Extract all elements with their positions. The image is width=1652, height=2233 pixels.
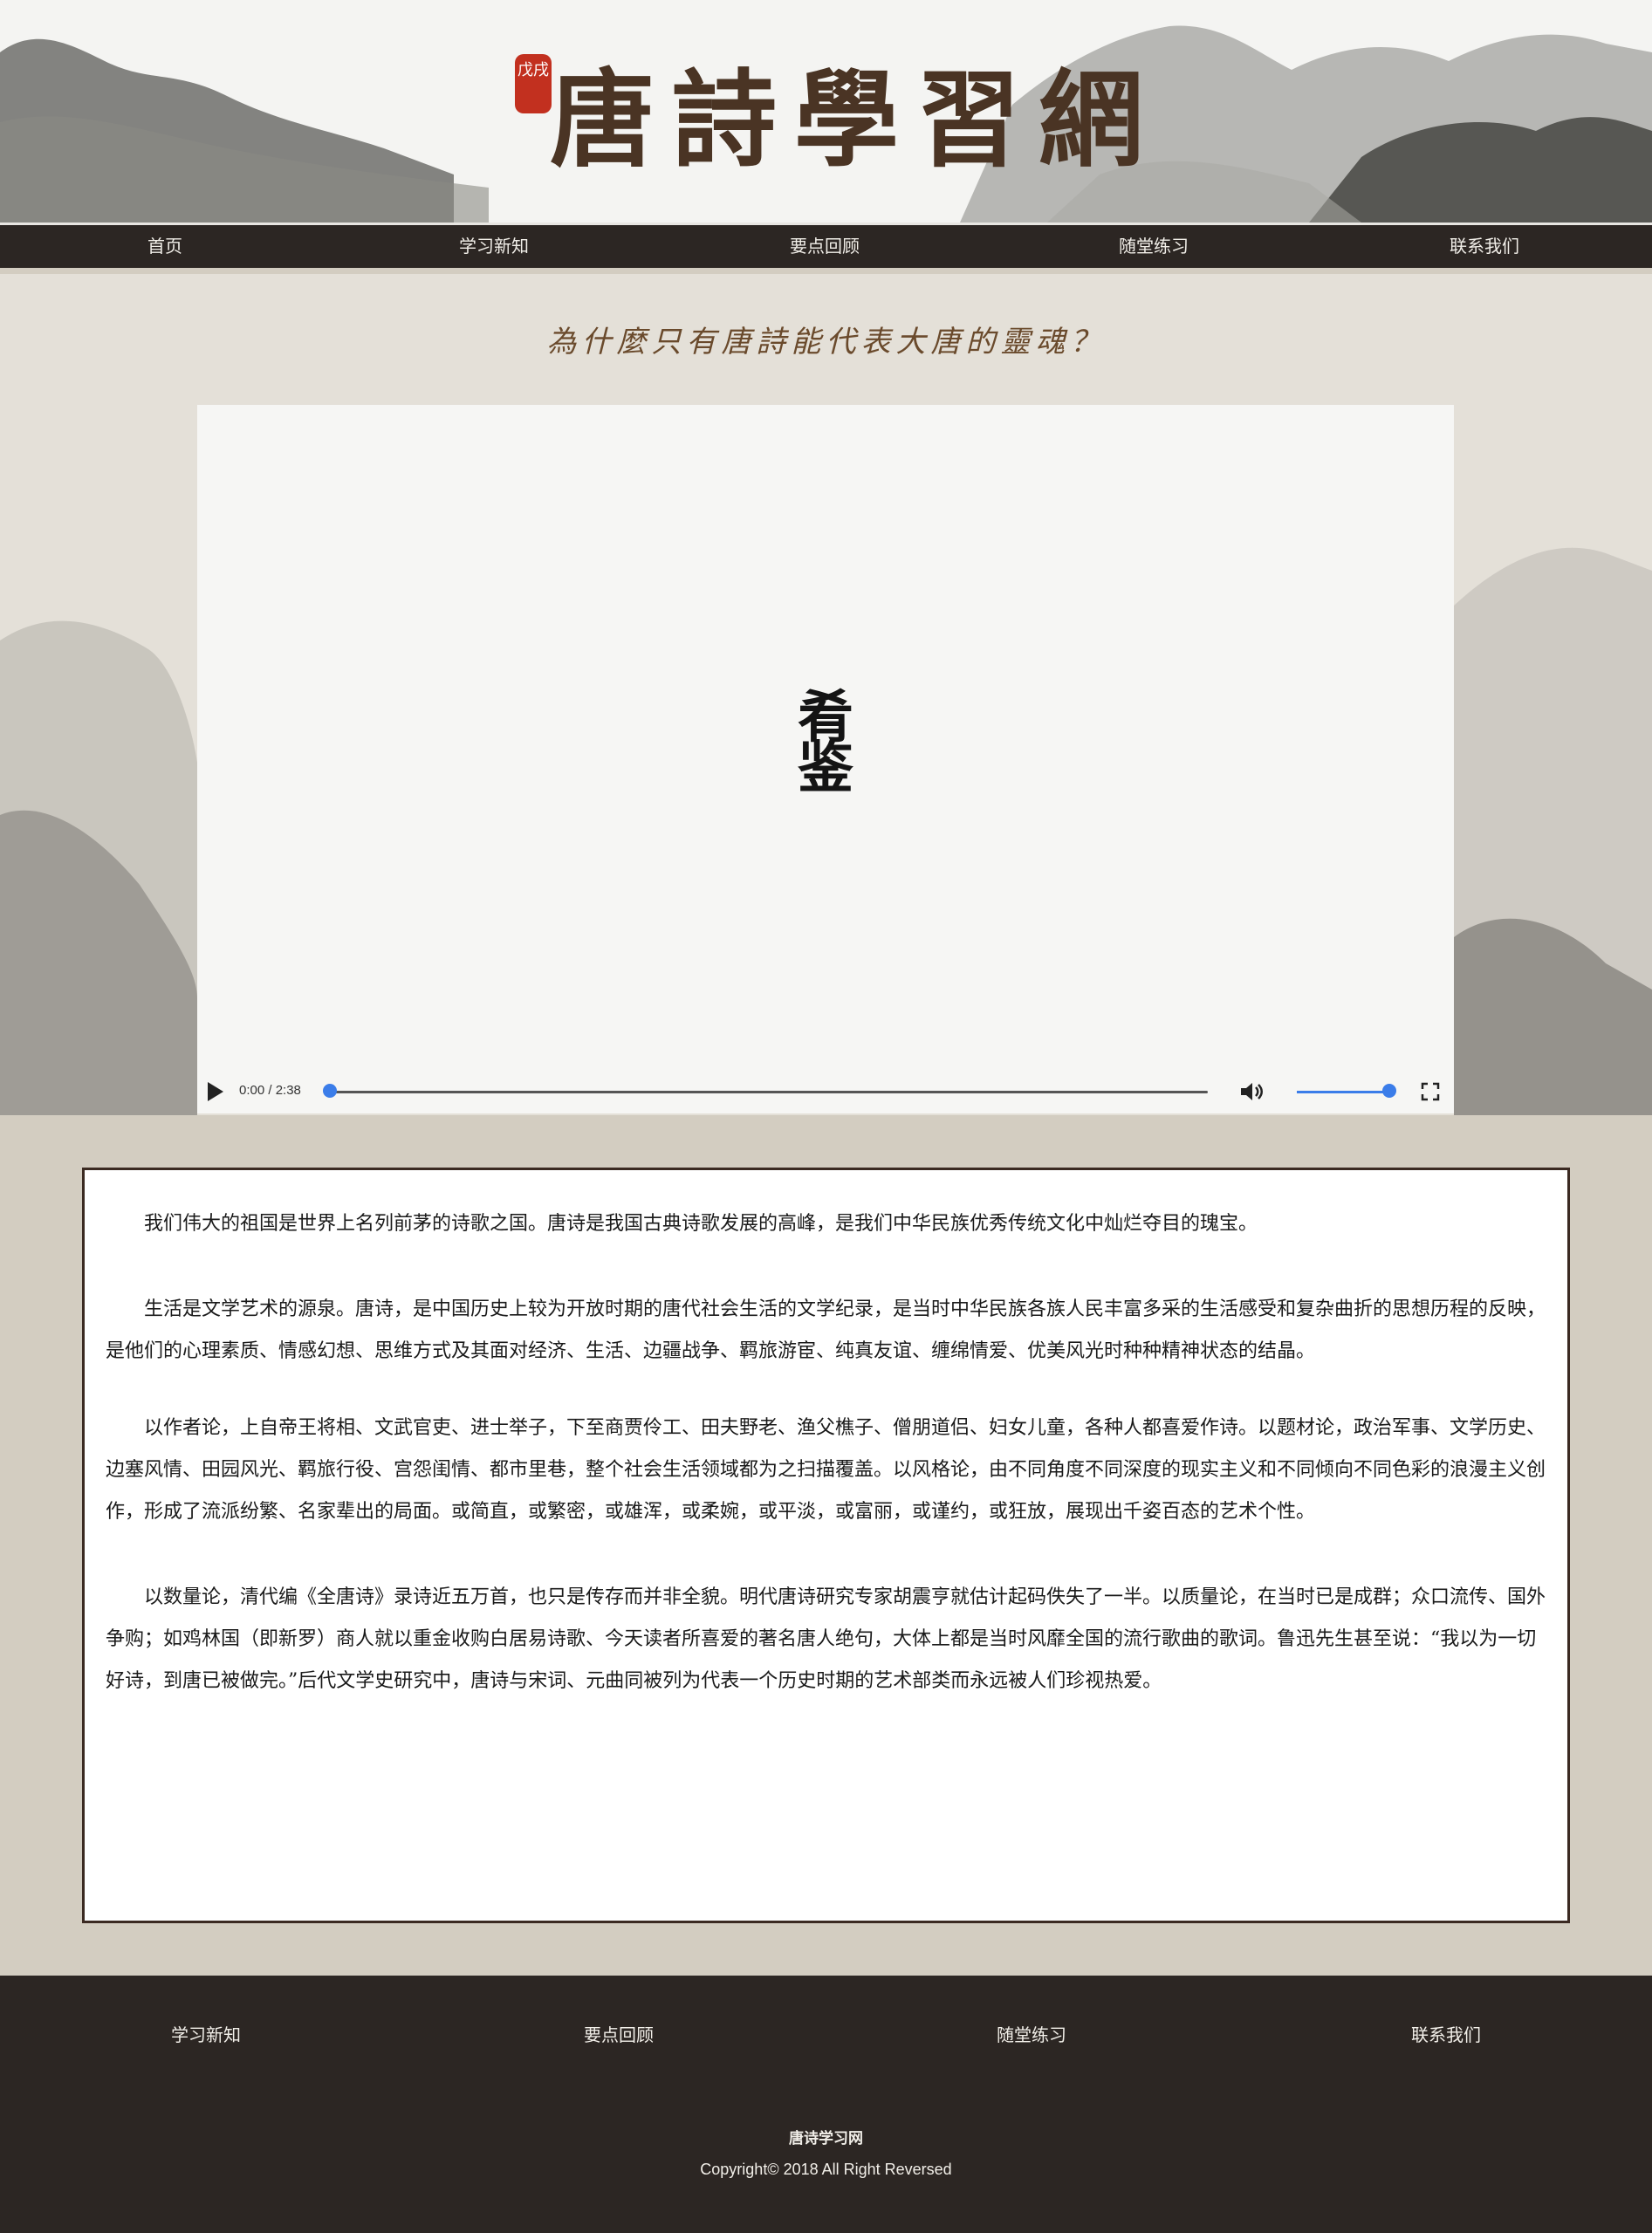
nav-item-learn[interactable]: 学习新知	[385, 225, 603, 268]
footer-link-review[interactable]: 要点回顾	[514, 2021, 723, 2046]
red-seal-stamp: 戊戌	[515, 54, 552, 113]
volume-handle[interactable]	[1382, 1084, 1396, 1098]
footer-link-learn[interactable]: 学习新知	[101, 2021, 311, 2046]
site-title: 唐詩學習網	[550, 58, 1161, 182]
play-icon[interactable]	[208, 1082, 223, 1101]
article-paragraph: 生活是文学艺术的源泉。唐诗，是中国历史上较为开放时期的唐代社会生活的文学纪录，是…	[106, 1298, 1546, 1362]
site-footer: 学习新知 要点回顾 随堂练习 联系我们 唐诗学习网 Copyright© 201…	[0, 1976, 1652, 2233]
hero-section: 為什麼只有唐詩能代表大唐的靈魂？ 肴鉴 0:00 / 2:38	[0, 274, 1652, 1115]
nav-item-practice[interactable]: 随堂练习	[1045, 225, 1263, 268]
fullscreen-icon[interactable]	[1421, 1082, 1440, 1101]
footer-link-contact[interactable]: 联系我们	[1341, 2021, 1551, 2046]
article-paragraph: 我们伟大的祖国是世界上名列前茅的诗歌之国。唐诗是我国古典诗歌发展的高峰，是我们中…	[144, 1213, 1258, 1235]
hero-heading: 為什麼只有唐詩能代表大唐的靈魂？	[546, 325, 1106, 360]
footer-copyright: Copyright© 2018 All Right Reversed	[700, 2161, 952, 2178]
nav-item-review[interactable]: 要点回顾	[716, 225, 934, 268]
video-player[interactable]: 肴鉴 0:00 / 2:38	[197, 405, 1454, 1113]
video-time: 0:00 / 2:38	[239, 1083, 301, 1098]
video-controls: 0:00 / 2:38	[197, 1070, 1454, 1113]
volume-slider[interactable]	[1297, 1091, 1389, 1093]
top-navigation: 首页 学习新知 要点回顾 随堂练习 联系我们	[0, 223, 1652, 268]
article-box: 我们伟大的祖国是世界上名列前茅的诗歌之国。唐诗是我国古典诗歌发展的高峰，是我们中…	[82, 1168, 1570, 1923]
article-paragraph: 以作者论，上自帝王将相、文武官吏、进士举子，下至商贾伶工、田夫野老、渔父樵子、僧…	[106, 1417, 1546, 1523]
video-logo-calligraphy: 肴鉴	[798, 685, 853, 801]
site-banner: 戊戌 唐詩學習網	[0, 0, 1652, 223]
nav-item-contact[interactable]: 联系我们	[1375, 225, 1594, 268]
article-paragraph: 以数量论，清代编《全唐诗》录诗近五万首，也只是传存而并非全貌。明代唐诗研究专家胡…	[106, 1586, 1546, 1692]
seek-bar[interactable]	[326, 1091, 1208, 1093]
seek-handle[interactable]	[323, 1084, 337, 1098]
footer-site-name: 唐诗学习网	[789, 2130, 863, 2147]
nav-item-home[interactable]: 首页	[56, 225, 274, 268]
footer-link-practice[interactable]: 随堂练习	[927, 2021, 1136, 2046]
volume-icon[interactable]	[1239, 1080, 1265, 1103]
